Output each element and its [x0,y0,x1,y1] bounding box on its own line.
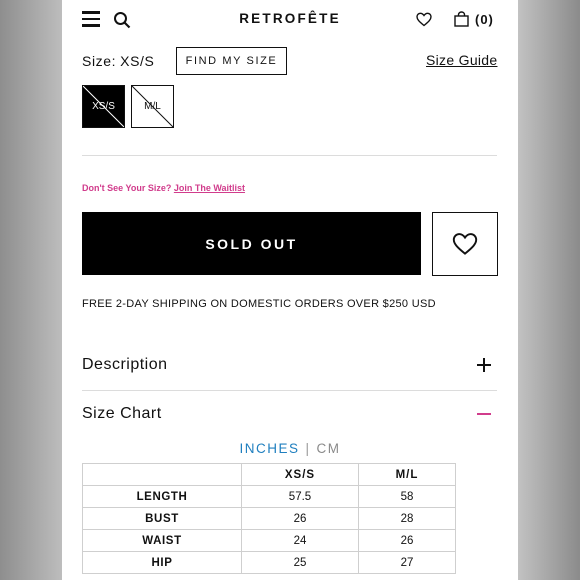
table-cell: 58 [358,485,456,508]
brand-logo[interactable]: RETROFÊTE [62,11,518,26]
table-cell: 26 [241,507,359,530]
size-chart-table: XS/S M/L LENGTH 57.5 58 BUST 26 28 WAIST… [82,463,456,574]
waitlist-question: Don't See Your Size? [82,183,172,193]
table-cell: 57.5 [241,485,359,508]
product-page: RETROFÊTE (0) Size: XS/S FIND MY SIZE Siz… [62,0,518,580]
background-right [518,0,580,580]
table-header-row: XS/S M/L [82,463,456,486]
table-header-cell: M/L [358,463,456,486]
table-cell: 28 [358,507,456,530]
join-waitlist-link[interactable]: Join The Waitlist [174,183,245,193]
description-accordion[interactable]: Description [82,356,168,374]
heart-icon [452,233,478,255]
size-selection-label: Size: XS/S [82,53,154,69]
row-label: LENGTH [82,485,242,508]
minus-icon[interactable] [477,413,491,415]
table-header-cell: XS/S [241,463,359,486]
unit-separator: | [305,441,311,456]
shipping-note: FREE 2-DAY SHIPPING ON DOMESTIC ORDERS O… [82,298,436,310]
unit-toggle: INCHES | CM [62,441,518,456]
table-row: WAIST 24 26 [82,529,456,552]
table-cell: 27 [358,551,456,574]
unit-inches[interactable]: INCHES [239,441,299,456]
size-option-label: XS/S [92,101,115,112]
size-option-label: M/L [144,101,161,112]
divider [82,390,497,391]
table-row: BUST 26 28 [82,507,456,530]
waitlist-prompt: Don't See Your Size? Join The Waitlist [82,183,245,193]
site-header: RETROFÊTE (0) [62,0,518,40]
add-to-wishlist-button[interactable] [432,212,498,276]
row-label: WAIST [82,529,242,552]
size-label-text: Size: [82,53,117,69]
bag-icon[interactable] [454,11,469,27]
table-cell: 24 [241,529,359,552]
divider [82,155,497,156]
find-my-size-button[interactable]: FIND MY SIZE [176,47,287,75]
table-cell: 25 [241,551,359,574]
heart-icon[interactable] [416,12,432,27]
table-header-cell [82,463,242,486]
row-label: HIP [82,551,242,574]
cart-count[interactable]: (0) [475,12,494,27]
background-left [0,0,62,580]
plus-icon[interactable] [477,358,491,372]
table-cell: 26 [358,529,456,552]
size-option-xs-s[interactable]: XS/S [82,85,125,128]
size-guide-link[interactable]: Size Guide [426,52,497,68]
size-chart-accordion[interactable]: Size Chart [82,405,162,423]
selected-size-value: XS/S [120,53,155,69]
sold-out-button[interactable]: SOLD OUT [82,212,421,275]
table-row: LENGTH 57.5 58 [82,485,456,508]
table-row: HIP 25 27 [82,551,456,574]
unit-cm[interactable]: CM [317,441,341,456]
size-option-m-l[interactable]: M/L [131,85,174,128]
row-label: BUST [82,507,242,530]
